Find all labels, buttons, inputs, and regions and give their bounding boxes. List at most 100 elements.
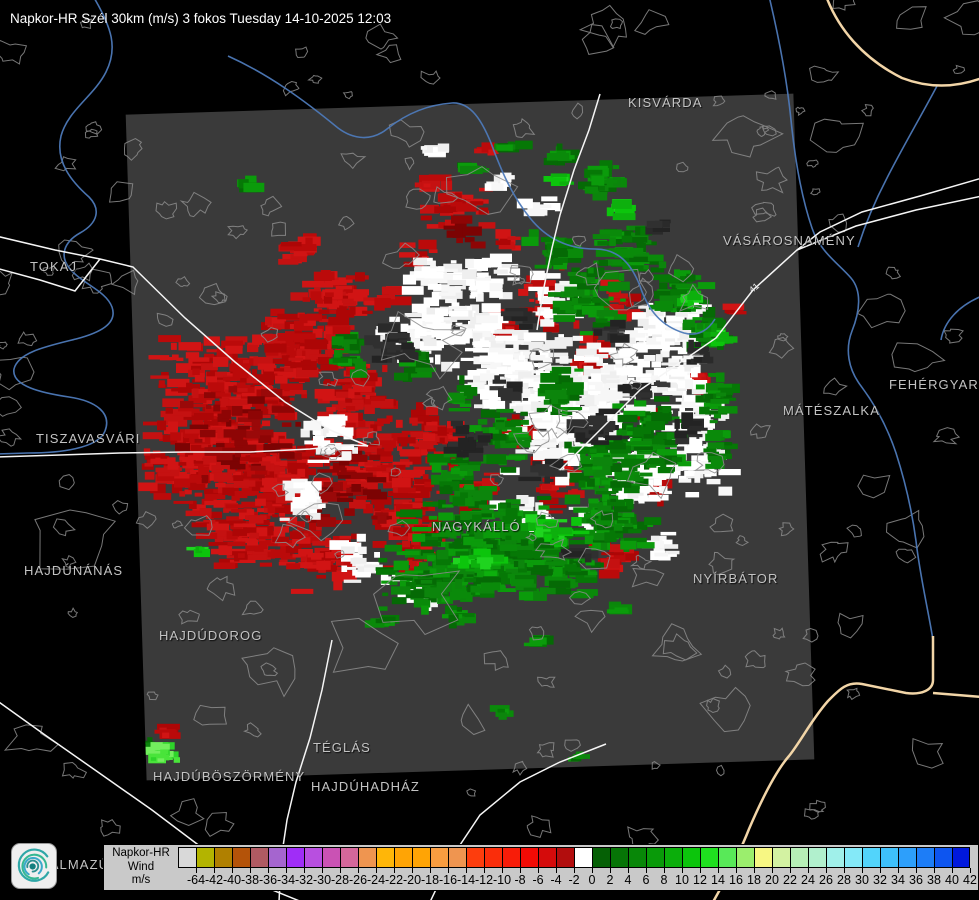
legend-value: 42 bbox=[963, 873, 977, 887]
legend-value: 14 bbox=[711, 873, 725, 887]
color-scale-legend: Napkor-HR Wind m/s -64 -42 -40 -38 -36 -34 -32… bbox=[103, 844, 979, 891]
legend-cell bbox=[736, 847, 754, 868]
legend-value: 24 bbox=[801, 873, 815, 887]
legend-value: -38 bbox=[240, 873, 260, 887]
legend-cell bbox=[808, 847, 826, 868]
legend-value: -26 bbox=[348, 873, 368, 887]
legend-product-label: Napkor-HR bbox=[112, 847, 170, 859]
legend-cell bbox=[214, 847, 232, 868]
legend-cell bbox=[646, 847, 664, 868]
legend-value: -8 bbox=[514, 873, 526, 887]
major-road-east-branch bbox=[932, 691, 979, 699]
legend-cell bbox=[484, 847, 502, 868]
legend-cell bbox=[196, 847, 214, 868]
legend-cell bbox=[664, 847, 682, 868]
legend-cell bbox=[682, 847, 700, 868]
legend-value: -10 bbox=[492, 873, 512, 887]
legend-value: -20 bbox=[402, 873, 422, 887]
legend-value: -2 bbox=[568, 873, 580, 887]
city-label-feh-rgyarmat: FEHÉRGYARMAT bbox=[889, 377, 979, 392]
legend-cell bbox=[754, 847, 772, 868]
legend-value: 40 bbox=[945, 873, 959, 887]
legend-value: 36 bbox=[909, 873, 923, 887]
legend-cell bbox=[844, 847, 862, 868]
city-label-kisv-rda: KISVÁRDA bbox=[628, 95, 703, 110]
legend-value: 2 bbox=[606, 873, 614, 887]
legend-value: -24 bbox=[366, 873, 386, 887]
legend-value: -18 bbox=[420, 873, 440, 887]
legend-cell bbox=[268, 847, 286, 868]
legend-cell bbox=[466, 847, 484, 868]
legend-cell bbox=[358, 847, 376, 868]
legend-cell bbox=[934, 847, 952, 868]
radar-screenshot: Napkor-HR Szél 30km (m/s) 3 fokos Tuesda… bbox=[0, 0, 979, 900]
legend-value: 30 bbox=[855, 873, 869, 887]
legend-cell bbox=[556, 847, 574, 868]
legend-value: 20 bbox=[765, 873, 779, 887]
legend-value: 38 bbox=[927, 873, 941, 887]
legend-value: -34 bbox=[276, 873, 296, 887]
swirl-icon bbox=[17, 848, 50, 882]
legend-value: -40 bbox=[222, 873, 242, 887]
legend-cell bbox=[394, 847, 412, 868]
legend-cell bbox=[718, 847, 736, 868]
legend-cell bbox=[376, 847, 394, 868]
radar-map bbox=[0, 0, 979, 900]
legend-cell bbox=[286, 847, 304, 868]
city-label-nagyk-ll-: NAGYKÁLLÓ bbox=[432, 519, 521, 534]
legend-value: 22 bbox=[783, 873, 797, 887]
legend-cell bbox=[340, 847, 358, 868]
legend-cell bbox=[826, 847, 844, 868]
legend-cell bbox=[538, 847, 556, 868]
legend-value: -36 bbox=[258, 873, 278, 887]
legend-cell bbox=[412, 847, 430, 868]
legend-cell bbox=[952, 847, 970, 868]
city-label-hajd-dorog: HAJDÚDOROG bbox=[159, 628, 263, 643]
legend-cell bbox=[880, 847, 898, 868]
legend-unit-label: m/s bbox=[131, 874, 151, 886]
city-label-tiszavasv-ri: TISZAVASVÁRI bbox=[36, 431, 141, 446]
legend-value: 28 bbox=[837, 873, 851, 887]
legend-value: -64 bbox=[186, 873, 206, 887]
legend-cell bbox=[862, 847, 880, 868]
city-label-hajd-hadh-z: HAJDÚHADHÁZ bbox=[311, 779, 420, 794]
legend-value: 34 bbox=[891, 873, 905, 887]
legend-value: -14 bbox=[456, 873, 476, 887]
river-right-edge bbox=[940, 296, 979, 341]
legend-cell bbox=[772, 847, 790, 868]
city-label-hajd-n-n-s: HAJDÚNÁNÁS bbox=[24, 563, 124, 578]
legend-cell bbox=[610, 847, 628, 868]
legend-cell bbox=[430, 847, 448, 868]
legend-value: -32 bbox=[294, 873, 314, 887]
legend-cell bbox=[628, 847, 646, 868]
legend-value: -28 bbox=[330, 873, 350, 887]
city-label-tokaj: TOKAJ bbox=[30, 259, 78, 274]
legend-meta: Napkor-HR Wind m/s bbox=[104, 847, 178, 888]
legend-value: -42 bbox=[204, 873, 224, 887]
legend-value: -4 bbox=[550, 873, 562, 887]
legend-cell bbox=[250, 847, 268, 868]
legend-cell bbox=[700, 847, 718, 868]
legend-cell bbox=[592, 847, 610, 868]
legend-cell bbox=[916, 847, 934, 868]
legend-cell bbox=[178, 847, 196, 868]
legend-value: 8 bbox=[660, 873, 668, 887]
legend-value: -22 bbox=[384, 873, 404, 887]
weather-service-logo[interactable] bbox=[11, 843, 57, 889]
legend-value: 32 bbox=[873, 873, 887, 887]
legend-cell bbox=[304, 847, 322, 868]
legend-value: 10 bbox=[675, 873, 689, 887]
legend-value: 6 bbox=[642, 873, 650, 887]
legend-value: -16 bbox=[438, 873, 458, 887]
legend-value: 0 bbox=[588, 873, 596, 887]
legend-quantity-label: Wind bbox=[127, 860, 155, 873]
legend-value: -12 bbox=[474, 873, 494, 887]
legend-cell bbox=[574, 847, 592, 868]
city-label-t-gl-s: TÉGLÁS bbox=[313, 740, 371, 755]
legend-cell bbox=[232, 847, 250, 868]
legend-value: 16 bbox=[729, 873, 743, 887]
city-label-v-s-rosnam-ny: VÁSÁROSNAMÉNY bbox=[723, 233, 856, 248]
legend-cell bbox=[322, 847, 340, 868]
color-scale-bar bbox=[178, 847, 971, 868]
legend-value: -30 bbox=[312, 873, 332, 887]
